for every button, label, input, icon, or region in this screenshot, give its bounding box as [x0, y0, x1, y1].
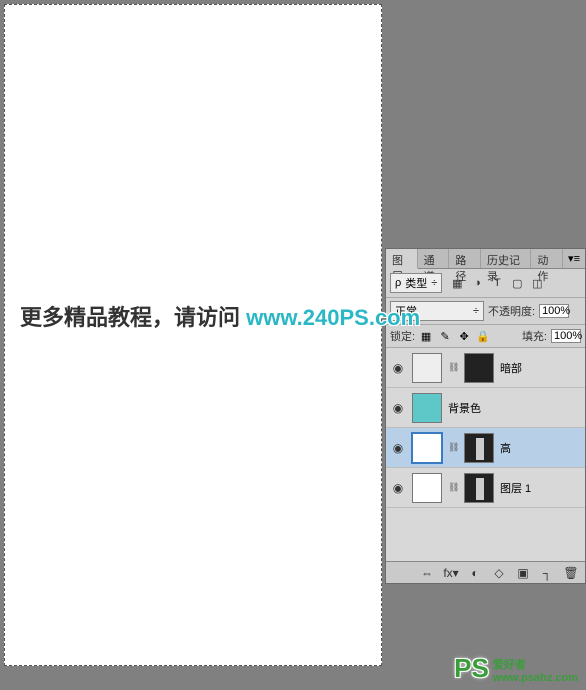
- filter-kind-label: 类型: [405, 275, 427, 291]
- layer-row[interactable]: ◉ ⛓ 图层 1: [386, 468, 585, 508]
- filter-text-icon[interactable]: T: [490, 276, 504, 290]
- mask-link-icon[interactable]: ⛓: [448, 482, 458, 493]
- filter-adjustment-icon[interactable]: ◑: [470, 276, 484, 290]
- visibility-icon[interactable]: ◉: [390, 441, 406, 455]
- layer-name-label[interactable]: 背景色: [448, 400, 481, 416]
- layer-row[interactable]: ◉ 背景色: [386, 388, 585, 428]
- panel-footer: ⇔ fx▾ ◐ ◇ ▣ ┐ 🗑: [386, 561, 585, 583]
- document-canvas[interactable]: [4, 4, 382, 666]
- lock-image-icon[interactable]: ✎: [438, 329, 452, 343]
- tab-history[interactable]: 历史记录: [481, 249, 531, 268]
- layer-mask-thumbnail[interactable]: [464, 473, 494, 503]
- layer-name-label[interactable]: 高: [500, 440, 511, 456]
- tab-layers[interactable]: 图层: [386, 249, 418, 269]
- fill-label: 填充:: [522, 328, 547, 344]
- mask-link-icon[interactable]: ⛓: [448, 362, 458, 373]
- panel-menu-button[interactable]: ▾≡: [563, 249, 585, 268]
- layer-fx-icon[interactable]: fx▾: [443, 565, 459, 581]
- lock-position-icon[interactable]: ✥: [457, 329, 471, 343]
- badge-url: www.psahz.com: [493, 672, 578, 684]
- layer-thumbnail[interactable]: [412, 433, 442, 463]
- mask-link-icon[interactable]: ⛓: [448, 442, 458, 453]
- group-icon[interactable]: ▣: [515, 565, 531, 581]
- search-icon: ρ: [395, 277, 401, 289]
- layer-mask-thumbnail[interactable]: [464, 433, 494, 463]
- visibility-icon[interactable]: ◉: [390, 401, 406, 415]
- layers-panel: 图层 通道 路径 历史记录 动作 ▾≡ ρ 类型 ÷ ▦ ◑ T ▢ ◫ 正常 …: [385, 248, 586, 584]
- lock-icons-group: ▦ ✎ ✥ 🔒: [419, 329, 490, 343]
- layer-thumbnail[interactable]: [412, 393, 442, 423]
- tab-paths[interactable]: 路径: [449, 249, 481, 268]
- opacity-value[interactable]: 100%: [539, 304, 569, 318]
- watermark-prefix: 更多精品教程，请访问: [20, 305, 240, 330]
- adjustment-layer-icon[interactable]: ◇: [491, 565, 507, 581]
- badge-name: 爱好者: [493, 656, 578, 672]
- layer-mask-thumbnail[interactable]: [464, 353, 494, 383]
- filter-type-icons: ▦ ◑ T ▢ ◫: [450, 276, 544, 290]
- layer-thumbnail[interactable]: [412, 353, 442, 383]
- site-badge: PS 爱好者 www.psahz.com: [454, 653, 578, 684]
- filter-shape-icon[interactable]: ▢: [510, 276, 524, 290]
- layer-name-label[interactable]: 图层 1: [500, 480, 531, 496]
- layers-list: ◉ ⛓ 暗部 ◉ 背景色 ◉ ⛓ 高 ◉ ⛓ 图层 1: [386, 348, 585, 561]
- filter-smart-icon[interactable]: ◫: [530, 276, 544, 290]
- new-layer-icon[interactable]: ┐: [539, 565, 555, 581]
- layer-row[interactable]: ◉ ⛓ 高: [386, 428, 585, 468]
- layer-thumbnail[interactable]: [412, 473, 442, 503]
- filter-kind-select[interactable]: ρ 类型 ÷: [390, 273, 442, 293]
- visibility-icon[interactable]: ◉: [390, 361, 406, 375]
- watermark-text: 更多精品教程，请访问 www.240PS.com: [20, 300, 420, 332]
- visibility-icon[interactable]: ◉: [390, 481, 406, 495]
- layer-name-label[interactable]: 暗部: [500, 360, 522, 376]
- layer-row[interactable]: ◉ ⛓ 暗部: [386, 348, 585, 388]
- chevron-down-icon: ÷: [473, 305, 479, 317]
- filter-pixel-icon[interactable]: ▦: [450, 276, 464, 290]
- lock-all-icon[interactable]: 🔒: [476, 329, 490, 343]
- watermark-url: www.240PS.com: [246, 305, 420, 330]
- badge-logo: PS: [454, 653, 489, 684]
- trash-icon[interactable]: 🗑: [563, 565, 579, 581]
- link-layers-icon[interactable]: ⇔: [419, 565, 435, 581]
- tab-channels[interactable]: 通道: [418, 249, 450, 268]
- chevron-down-icon: ÷: [431, 277, 437, 289]
- layer-filter-bar: ρ 类型 ÷ ▦ ◑ T ▢ ◫: [386, 269, 585, 298]
- opacity-label: 不透明度:: [488, 303, 535, 319]
- lock-transparent-icon[interactable]: ▦: [419, 329, 433, 343]
- fill-value[interactable]: 100%: [551, 329, 581, 343]
- add-mask-icon[interactable]: ◐: [467, 565, 483, 581]
- panel-tabs: 图层 通道 路径 历史记录 动作 ▾≡: [386, 249, 585, 269]
- tab-actions[interactable]: 动作: [531, 249, 563, 268]
